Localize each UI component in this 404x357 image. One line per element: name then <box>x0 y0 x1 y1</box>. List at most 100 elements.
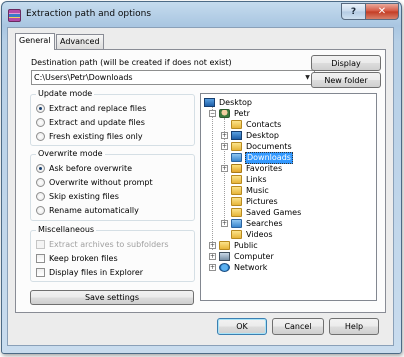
folder-icon <box>231 175 242 184</box>
winrar-app-icon <box>8 9 21 22</box>
tree-node-favorites[interactable]: Favorites <box>231 163 283 174</box>
desktop-icon <box>231 131 242 140</box>
desktop-icon <box>204 98 215 107</box>
tree-node-label: Desktop <box>219 97 252 107</box>
overwrite-option-without-prompt[interactable]: Overwrite without prompt <box>36 177 153 188</box>
tree-node-label: Music <box>246 185 269 195</box>
help-button[interactable]: Help <box>329 318 379 335</box>
radio-button-icon[interactable] <box>36 132 45 141</box>
overwrite-option-rename[interactable]: Rename automatically <box>36 205 139 216</box>
folder-icon <box>231 142 242 151</box>
expand-toggle-icon[interactable]: + <box>221 132 228 139</box>
overwrite-option-ask[interactable]: Ask before overwrite <box>36 163 132 174</box>
update-option-fresh[interactable]: Fresh existing files only <box>36 131 143 142</box>
update-mode-group: Update mode Extract and replace files Ex… <box>30 89 195 146</box>
destination-path-combobox[interactable]: C:\Users\Petr\Downloads ▼ <box>31 70 315 85</box>
ok-button[interactable]: OK <box>217 318 267 335</box>
tree-node-links[interactable]: Links <box>231 174 268 185</box>
option-label: Display files in Explorer <box>49 268 144 277</box>
update-mode-title: Update mode <box>36 89 95 98</box>
tree-node-label: Downloads <box>245 151 293 164</box>
expand-toggle-icon[interactable]: + <box>221 165 228 172</box>
radio-button-icon[interactable] <box>36 206 45 215</box>
option-label: Rename automatically <box>49 206 139 215</box>
tree-node-petr[interactable]: Petr <box>219 108 251 119</box>
tree-node-searches[interactable]: Searches <box>231 218 284 229</box>
tab-general[interactable]: General <box>15 33 55 50</box>
computer-icon <box>219 252 230 261</box>
option-label: Extract archives to subfolders <box>49 240 169 249</box>
radio-button-icon[interactable] <box>36 192 45 201</box>
checkbox-icon[interactable] <box>36 268 45 277</box>
search-folder-icon <box>231 219 242 228</box>
destination-path-value: C:\Users\Petr\Downloads <box>34 73 133 82</box>
folder-tree[interactable]: Desktop − Petr Contacts + Desktop + Docu… <box>200 93 377 301</box>
tree-node-label: Favorites <box>246 163 283 173</box>
tree-node-desktop-root[interactable]: Desktop <box>204 97 253 108</box>
tree-node-saved-games[interactable]: Saved Games <box>231 207 302 218</box>
music-folder-icon <box>231 186 242 195</box>
tree-node-label: Documents <box>246 141 292 151</box>
cancel-button[interactable]: Cancel <box>272 318 324 335</box>
tree-node-label: Saved Games <box>246 207 302 217</box>
overwrite-mode-title: Overwrite mode <box>36 149 105 158</box>
miscellaneous-title: Miscellaneous <box>36 225 97 234</box>
title-close-button[interactable]: ✕ <box>365 3 399 20</box>
overwrite-option-skip[interactable]: Skip existing files <box>36 191 119 202</box>
tree-node-computer[interactable]: Computer <box>219 251 275 262</box>
tree-node-music[interactable]: Music <box>231 185 270 196</box>
tree-node-desktop[interactable]: Desktop <box>231 130 280 141</box>
update-option-update[interactable]: Extract and update files <box>36 117 145 128</box>
tree-node-documents[interactable]: Documents <box>231 141 293 152</box>
folder-icon <box>231 208 242 217</box>
tab-advanced[interactable]: Advanced <box>56 34 104 49</box>
tree-node-downloads[interactable]: Downloads <box>231 151 293 164</box>
option-label: Overwrite without prompt <box>49 178 153 187</box>
misc-option-subfolders: Extract archives to subfolders <box>36 239 169 250</box>
radio-button-icon[interactable] <box>36 178 45 187</box>
misc-option-keep-broken[interactable]: Keep broken files <box>36 253 118 264</box>
tree-node-label: Searches <box>246 218 283 228</box>
title-help-button[interactable]: ? <box>341 3 366 20</box>
videos-folder-icon <box>231 230 242 239</box>
tree-node-label: Desktop <box>246 130 279 140</box>
network-icon <box>219 263 230 272</box>
radio-button-icon[interactable] <box>36 164 45 173</box>
option-label: Ask before overwrite <box>49 164 133 173</box>
tree-node-label: Pictures <box>246 196 278 206</box>
option-label: Fresh existing files only <box>49 132 143 141</box>
expand-toggle-icon[interactable]: + <box>209 242 216 249</box>
tree-node-label: Public <box>234 240 258 250</box>
tree-node-public[interactable]: Public <box>219 240 259 251</box>
destination-path-label: Destination path (will be created if doe… <box>31 58 232 67</box>
option-label: Keep broken files <box>49 254 118 263</box>
tree-node-label: Computer <box>234 251 274 261</box>
tree-node-label: Links <box>246 174 267 184</box>
general-tab-panel: Destination path (will be created if doe… <box>15 49 386 313</box>
expand-toggle-icon[interactable]: + <box>221 143 228 150</box>
miscellaneous-group: Miscellaneous Extract archives to subfol… <box>30 225 195 282</box>
folder-icon <box>219 241 230 250</box>
tree-node-pictures[interactable]: Pictures <box>231 196 279 207</box>
update-option-replace[interactable]: Extract and replace files <box>36 103 146 114</box>
collapse-toggle-icon[interactable]: − <box>209 110 216 117</box>
misc-option-explorer[interactable]: Display files in Explorer <box>36 267 143 278</box>
expand-toggle-icon[interactable]: + <box>209 253 216 260</box>
new-folder-button[interactable]: New folder <box>311 72 381 88</box>
checkbox-icon <box>36 240 45 249</box>
save-settings-button[interactable]: Save settings <box>30 290 194 305</box>
checkbox-icon[interactable] <box>36 254 45 263</box>
tree-node-network[interactable]: Network <box>219 262 268 273</box>
pictures-folder-icon <box>231 197 242 206</box>
tree-line <box>212 107 213 250</box>
downloads-folder-icon <box>231 153 242 162</box>
expand-toggle-icon[interactable]: + <box>221 220 228 227</box>
radio-button-icon[interactable] <box>36 104 45 113</box>
window-title: Extraction path and options <box>26 9 152 19</box>
display-button[interactable]: Display <box>311 55 381 71</box>
tree-node-contacts[interactable]: Contacts <box>231 119 282 130</box>
tree-node-videos[interactable]: Videos <box>231 229 274 240</box>
option-label: Skip existing files <box>49 192 119 201</box>
expand-toggle-icon[interactable]: + <box>209 264 216 271</box>
radio-button-icon[interactable] <box>36 118 45 127</box>
